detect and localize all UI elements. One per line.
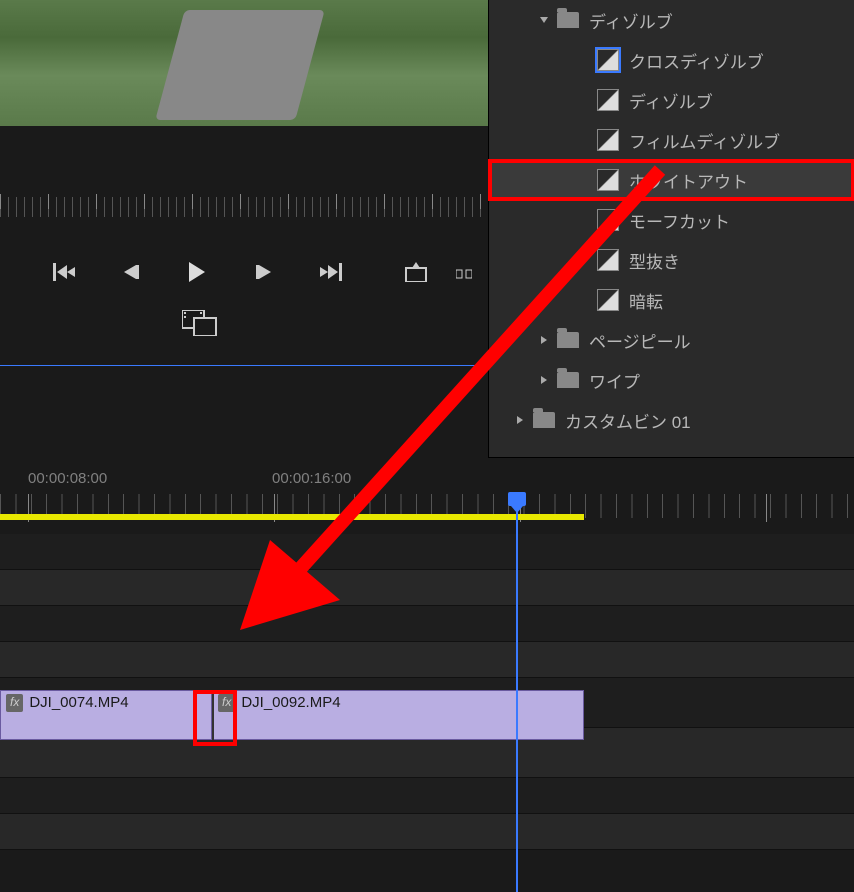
filmstrip-button[interactable] — [175, 305, 225, 341]
time-label: 00:00:16:00 — [272, 470, 351, 487]
effect-morph-cut[interactable]: モーフカット — [489, 200, 854, 240]
divider-line — [0, 365, 488, 366]
go-to-out-button[interactable] — [307, 254, 355, 290]
time-label: 00:00:08:00 — [28, 470, 107, 487]
effects-category-dissolve[interactable]: ディゾルブ — [489, 0, 854, 40]
chevron-right-icon — [511, 411, 529, 429]
work-area-bar[interactable] — [0, 514, 584, 520]
playback-controls — [40, 252, 488, 292]
clip-name: DJI_0074.MP4 — [29, 694, 128, 711]
effect-label: ホワイトアウト — [629, 168, 748, 193]
chevron-right-icon — [535, 331, 553, 349]
secondary-controls — [175, 305, 225, 341]
effect-label: 型抜き — [629, 248, 680, 273]
go-to-in-button[interactable] — [40, 254, 88, 290]
effects-custom-bin[interactable]: カスタムビン 01 — [489, 400, 854, 440]
export-frame-icon — [404, 262, 428, 282]
track-row[interactable] — [0, 814, 854, 850]
chevron-down-icon — [535, 11, 553, 29]
step-forward-button[interactable] — [240, 254, 288, 290]
effect-white-out[interactable]: ホワイトアウト — [489, 160, 854, 200]
effect-cross-dissolve[interactable]: クロスディゾルブ — [489, 40, 854, 80]
transition-icon — [597, 169, 619, 191]
play-button[interactable] — [173, 254, 221, 290]
transition-icon — [597, 209, 619, 231]
folder-label: ワイプ — [589, 368, 640, 393]
playhead-line — [516, 492, 518, 892]
track-row[interactable] — [0, 534, 854, 570]
step-back-icon — [122, 263, 140, 281]
category-label: ディゾルブ — [589, 8, 673, 33]
filmstrip-icon — [182, 310, 218, 336]
effect-die-cut[interactable]: 型抜き — [489, 240, 854, 280]
effect-dissolve[interactable]: ディゾルブ — [489, 80, 854, 120]
go-to-in-icon — [53, 263, 75, 281]
go-to-out-icon — [320, 263, 342, 281]
preview-content — [155, 10, 324, 120]
play-icon — [187, 260, 207, 284]
effect-label: クロスディゾルブ — [629, 48, 764, 73]
folder-label: ページピール — [589, 328, 691, 353]
fx-badge: fx — [218, 694, 235, 712]
transition-icon — [597, 49, 619, 71]
effects-folder-wipe[interactable]: ワイプ — [489, 360, 854, 400]
video-clip-2[interactable]: fx DJI_0092.MP4 — [212, 690, 584, 740]
effect-label: モーフカット — [629, 208, 730, 233]
track-row[interactable] — [0, 778, 854, 814]
fx-badge: fx — [6, 694, 23, 712]
timeline-ruler[interactable]: 00:00:08:00 00:00:16:00 — [0, 470, 854, 510]
track-row[interactable] — [0, 606, 854, 642]
folder-icon — [557, 12, 579, 28]
effect-label: ディゾルブ — [629, 88, 713, 113]
effect-label: フィルムディゾルブ — [629, 128, 780, 153]
folder-icon — [557, 372, 579, 388]
clip-name: DJI_0092.MP4 — [241, 694, 340, 711]
effect-label: 暗転 — [629, 288, 663, 313]
transition-icon — [597, 89, 619, 111]
export-frame-button[interactable] — [393, 254, 441, 290]
step-forward-icon — [255, 263, 273, 281]
effect-fade-to-black[interactable]: 暗転 — [489, 280, 854, 320]
insert-button[interactable] — [440, 254, 488, 290]
transition-icon — [597, 289, 619, 311]
folder-icon — [557, 332, 579, 348]
effects-panel: ディゾルブ クロスディゾルブ ディゾルブ フィルムディゾルブ ホワイトアウト モ… — [488, 0, 854, 458]
playhead-marker[interactable] — [508, 492, 526, 506]
step-back-button[interactable] — [107, 254, 155, 290]
video-clip-1[interactable]: fx DJI_0074.MP4 — [0, 690, 212, 740]
track-row[interactable] — [0, 570, 854, 606]
preview-monitor[interactable] — [0, 0, 488, 126]
insert-icon — [456, 262, 472, 282]
clips-container: fx DJI_0074.MP4 fx DJI_0092.MP4 — [0, 690, 854, 740]
transition-icon — [597, 249, 619, 271]
effect-film-dissolve[interactable]: フィルムディゾルブ — [489, 120, 854, 160]
folder-icon — [533, 412, 555, 428]
effects-folder-page-peel[interactable]: ページピール — [489, 320, 854, 360]
track-row[interactable] — [0, 642, 854, 678]
transition-icon — [597, 129, 619, 151]
preview-ruler[interactable] — [0, 197, 488, 217]
clip-cut-indicator — [212, 694, 214, 740]
bin-label: カスタムビン 01 — [565, 408, 691, 433]
timeline: 00:00:08:00 00:00:16:00 fx DJI_0074.MP4 … — [0, 458, 854, 858]
chevron-right-icon — [535, 371, 553, 389]
